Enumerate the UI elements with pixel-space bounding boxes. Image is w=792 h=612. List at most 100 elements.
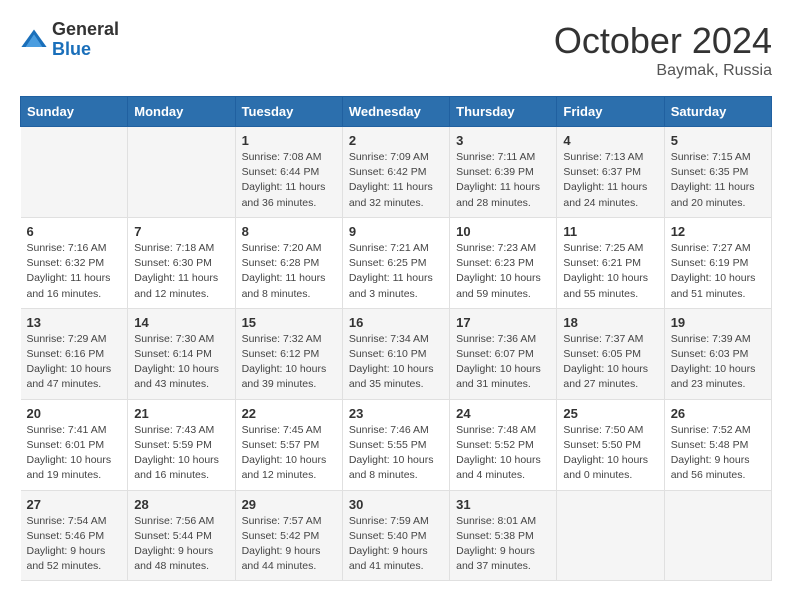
day-number: 23	[349, 406, 443, 421]
day-number: 31	[456, 497, 550, 512]
day-info: Sunrise: 7:32 AM Sunset: 6:12 PM Dayligh…	[242, 332, 336, 393]
calendar-cell: 5 Sunrise: 7:15 AM Sunset: 6:35 PM Daylig…	[664, 127, 771, 218]
day-number: 28	[134, 497, 228, 512]
week-row-1: 1 Sunrise: 7:08 AM Sunset: 6:44 PM Daylig…	[21, 127, 772, 218]
day-number: 24	[456, 406, 550, 421]
day-number: 2	[349, 133, 443, 148]
day-number: 4	[563, 133, 657, 148]
header-day-thursday: Thursday	[450, 97, 557, 127]
logo-general-text: General	[52, 20, 119, 40]
calendar-cell: 3Sunrise: 7:11 AM Sunset: 6:39 PM Daylig…	[450, 127, 557, 218]
day-number: 7	[134, 224, 228, 239]
day-number: 29	[242, 497, 336, 512]
day-number: 17	[456, 315, 550, 330]
calendar-cell: 22Sunrise: 7:45 AM Sunset: 5:57 PM Dayli…	[235, 399, 342, 490]
month-title: October 2024	[554, 20, 772, 62]
day-number: 27	[27, 497, 122, 512]
day-info: Sunrise: 7:46 AM Sunset: 5:55 PM Dayligh…	[349, 423, 443, 484]
day-number: 15	[242, 315, 336, 330]
day-number: 10	[456, 224, 550, 239]
calendar-cell: 26 Sunrise: 7:52 AM Sunset: 5:48 PM Dayli…	[664, 399, 771, 490]
day-number: 12	[671, 224, 765, 239]
week-row-4: 20 Sunrise: 7:41 AM Sunset: 6:01 PM Dayli…	[21, 399, 772, 490]
calendar-cell: 10 Sunrise: 7:23 AM Sunset: 6:23 PM Dayli…	[450, 217, 557, 308]
calendar-cell: 14 Sunrise: 7:30 AM Sunset: 6:14 PM Dayli…	[128, 308, 235, 399]
day-number: 6	[27, 224, 122, 239]
calendar-cell: 6 Sunrise: 7:16 AM Sunset: 6:32 PM Daylig…	[21, 217, 128, 308]
day-info: Sunrise: 7:18 AM Sunset: 6:30 PM Dayligh…	[134, 241, 228, 302]
header-row: SundayMondayTuesdayWednesdayThursdayFrid…	[21, 97, 772, 127]
calendar-cell: 18 Sunrise: 7:37 AM Sunset: 6:05 PM Dayli…	[557, 308, 664, 399]
day-info: Sunrise: 7:48 AM Sunset: 5:52 PM Dayligh…	[456, 423, 550, 484]
day-number: 20	[27, 406, 122, 421]
day-number: 11	[563, 224, 657, 239]
location-text: Baymak, Russia	[554, 62, 772, 80]
header-day-friday: Friday	[557, 97, 664, 127]
day-info: Sunrise: 7:59 AM Sunset: 5:40 PM Dayligh…	[349, 514, 443, 575]
day-info: Sunrise: 7:52 AM Sunset: 5:48 PM Dayligh…	[671, 423, 765, 484]
day-number: 26	[671, 406, 765, 421]
day-info: Sunrise: 7:45 AM Sunset: 5:57 PM Dayligh…	[242, 423, 336, 484]
calendar-cell: 28 Sunrise: 7:56 AM Sunset: 5:44 PM Dayli…	[128, 490, 235, 581]
logo-text: General Blue	[52, 20, 119, 60]
day-info: Sunrise: 7:25 AM Sunset: 6:21 PM Dayligh…	[563, 241, 657, 302]
calendar-cell: 27 Sunrise: 7:54 AM Sunset: 5:46 PM Dayli…	[21, 490, 128, 581]
day-info: Sunrise: 7:34 AM Sunset: 6:10 PM Dayligh…	[349, 332, 443, 393]
logo-icon	[20, 26, 48, 54]
calendar-cell: 8 Sunrise: 7:20 AM Sunset: 6:28 PM Daylig…	[235, 217, 342, 308]
day-number: 8	[242, 224, 336, 239]
calendar-cell: 31Sunrise: 8:01 AM Sunset: 5:38 PM Dayli…	[450, 490, 557, 581]
calendar-cell	[128, 127, 235, 218]
calendar-cell: 4Sunrise: 7:13 AM Sunset: 6:37 PM Daylig…	[557, 127, 664, 218]
title-section: October 2024 Baymak, Russia	[554, 20, 772, 80]
header-day-saturday: Saturday	[664, 97, 771, 127]
calendar-cell: 23 Sunrise: 7:46 AM Sunset: 5:55 PM Dayli…	[342, 399, 449, 490]
day-info: Sunrise: 7:23 AM Sunset: 6:23 PM Dayligh…	[456, 241, 550, 302]
calendar-cell: 30Sunrise: 7:59 AM Sunset: 5:40 PM Dayli…	[342, 490, 449, 581]
day-number: 3	[456, 133, 550, 148]
day-info: Sunrise: 7:09 AM Sunset: 6:42 PM Dayligh…	[349, 150, 443, 211]
header-day-wednesday: Wednesday	[342, 97, 449, 127]
day-number: 19	[671, 315, 765, 330]
calendar-cell	[557, 490, 664, 581]
day-info: Sunrise: 7:20 AM Sunset: 6:28 PM Dayligh…	[242, 241, 336, 302]
day-info: Sunrise: 7:54 AM Sunset: 5:46 PM Dayligh…	[27, 514, 122, 575]
header-day-sunday: Sunday	[21, 97, 128, 127]
calendar-cell: 9 Sunrise: 7:21 AM Sunset: 6:25 PM Daylig…	[342, 217, 449, 308]
calendar-cell	[664, 490, 771, 581]
day-info: Sunrise: 7:16 AM Sunset: 6:32 PM Dayligh…	[27, 241, 122, 302]
logo: General Blue	[20, 20, 119, 60]
calendar-cell: 21Sunrise: 7:43 AM Sunset: 5:59 PM Dayli…	[128, 399, 235, 490]
page-header: General Blue October 2024 Baymak, Russia	[20, 20, 772, 80]
day-number: 14	[134, 315, 228, 330]
day-info: Sunrise: 7:21 AM Sunset: 6:25 PM Dayligh…	[349, 241, 443, 302]
day-info: Sunrise: 7:30 AM Sunset: 6:14 PM Dayligh…	[134, 332, 228, 393]
calendar-cell: 16 Sunrise: 7:34 AM Sunset: 6:10 PM Dayli…	[342, 308, 449, 399]
calendar-cell: 13Sunrise: 7:29 AM Sunset: 6:16 PM Dayli…	[21, 308, 128, 399]
calendar-cell: 15 Sunrise: 7:32 AM Sunset: 6:12 PM Dayli…	[235, 308, 342, 399]
week-row-2: 6 Sunrise: 7:16 AM Sunset: 6:32 PM Daylig…	[21, 217, 772, 308]
day-info: Sunrise: 7:37 AM Sunset: 6:05 PM Dayligh…	[563, 332, 657, 393]
day-number: 1	[242, 133, 336, 148]
calendar-table: SundayMondayTuesdayWednesdayThursdayFrid…	[20, 96, 772, 581]
calendar-cell: 11 Sunrise: 7:25 AM Sunset: 6:21 PM Dayli…	[557, 217, 664, 308]
day-info: Sunrise: 7:29 AM Sunset: 6:16 PM Dayligh…	[27, 332, 122, 393]
day-info: Sunrise: 7:57 AM Sunset: 5:42 PM Dayligh…	[242, 514, 336, 575]
day-number: 18	[563, 315, 657, 330]
header-day-monday: Monday	[128, 97, 235, 127]
week-row-3: 13Sunrise: 7:29 AM Sunset: 6:16 PM Dayli…	[21, 308, 772, 399]
day-info: Sunrise: 7:08 AM Sunset: 6:44 PM Dayligh…	[242, 150, 336, 211]
calendar-cell: 12 Sunrise: 7:27 AM Sunset: 6:19 PM Dayli…	[664, 217, 771, 308]
day-number: 9	[349, 224, 443, 239]
day-number: 16	[349, 315, 443, 330]
day-info: Sunrise: 7:41 AM Sunset: 6:01 PM Dayligh…	[27, 423, 122, 484]
calendar-cell: 7 Sunrise: 7:18 AM Sunset: 6:30 PM Daylig…	[128, 217, 235, 308]
day-number: 25	[563, 406, 657, 421]
day-info: Sunrise: 7:36 AM Sunset: 6:07 PM Dayligh…	[456, 332, 550, 393]
day-number: 5	[671, 133, 765, 148]
day-info: Sunrise: 7:56 AM Sunset: 5:44 PM Dayligh…	[134, 514, 228, 575]
calendar-body: 1 Sunrise: 7:08 AM Sunset: 6:44 PM Daylig…	[21, 127, 772, 581]
day-info: Sunrise: 7:15 AM Sunset: 6:35 PM Dayligh…	[671, 150, 765, 211]
day-info: Sunrise: 7:27 AM Sunset: 6:19 PM Dayligh…	[671, 241, 765, 302]
day-number: 21	[134, 406, 228, 421]
